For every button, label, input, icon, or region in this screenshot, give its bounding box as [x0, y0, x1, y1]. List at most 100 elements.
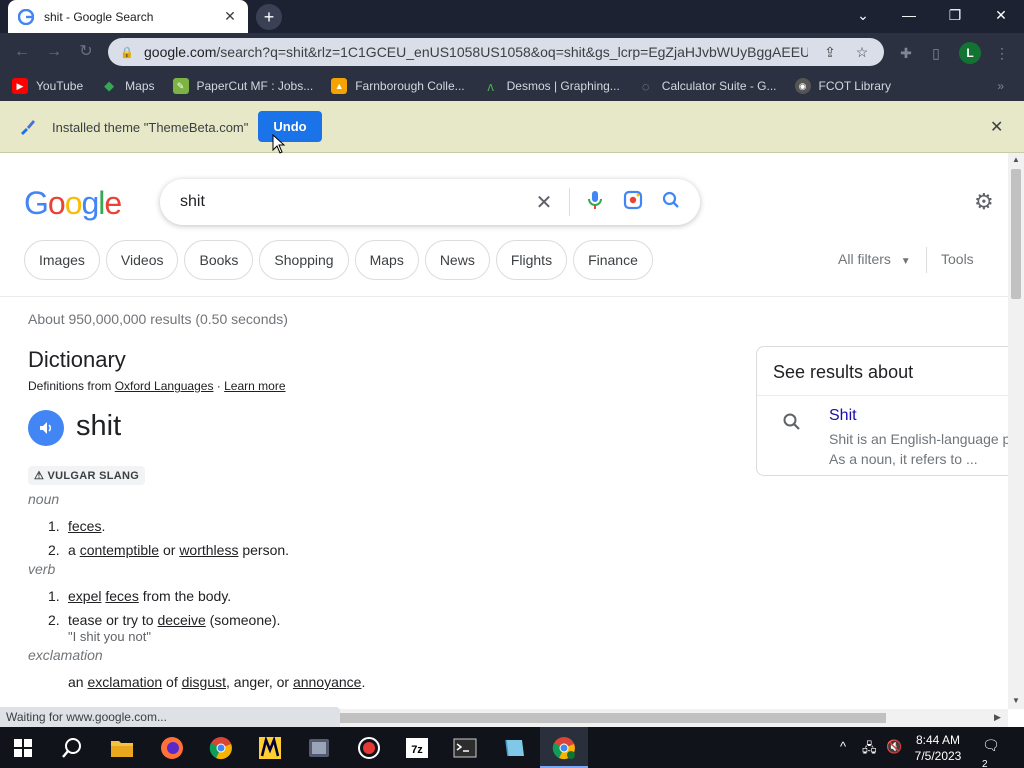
bookmark-star-icon[interactable]: ☆	[852, 44, 872, 61]
new-tab-button[interactable]: +	[256, 4, 282, 30]
pronunciation-speaker-icon[interactable]	[28, 410, 64, 446]
back-icon[interactable]: ←	[12, 42, 32, 62]
learn-more-link[interactable]: Learn more	[224, 379, 285, 393]
close-window-icon[interactable]: ✕	[978, 0, 1024, 30]
horizontal-scroll-thumb[interactable]	[336, 713, 886, 723]
share-icon[interactable]: ⇪	[820, 44, 840, 61]
network-icon[interactable]: 🖧	[862, 739, 877, 761]
scroll-right-arrow-icon[interactable]: ▶	[994, 712, 1001, 723]
tab-close-icon[interactable]: ✕	[222, 8, 238, 25]
definition-link-deceive[interactable]: deceive	[157, 612, 205, 628]
infobar-close-icon[interactable]: ✕	[990, 117, 1003, 137]
chip-books[interactable]: Books	[184, 240, 254, 280]
url-text[interactable]: google.com/search?q=shit&rlz=1C1GCEU_enU…	[144, 44, 808, 60]
forward-icon[interactable]: →	[44, 42, 64, 62]
chip-shopping[interactable]: Shopping	[259, 240, 349, 280]
undo-button[interactable]: Undo	[258, 111, 322, 142]
google-logo[interactable]: Google	[24, 185, 122, 222]
tools-divider	[926, 247, 927, 273]
miro-icon[interactable]	[255, 733, 285, 763]
settings-gear-icon[interactable]: ⚙	[974, 189, 994, 215]
bookmark-farnborough[interactable]: ▲ Farnborough Colle...	[331, 78, 465, 94]
side-panel-icon[interactable]: ▯	[926, 43, 946, 63]
vulgar-slang-badge: ⚠ VULGAR SLANG	[28, 466, 146, 485]
all-filters-button[interactable]: All filters ▼	[838, 251, 911, 267]
lens-search-icon[interactable]	[614, 190, 652, 215]
related-topic-link[interactable]: Shit	[829, 407, 857, 425]
definition-link-contemptible[interactable]: contemptible	[80, 542, 159, 558]
bookmark-calculator-suite[interactable]: ◌ Calculator Suite - G...	[638, 78, 777, 94]
volume-muted-icon[interactable]: 🔇	[886, 739, 902, 755]
definition-link-worthless[interactable]: worthless	[179, 542, 238, 558]
logo-letter: o	[47, 185, 66, 221]
terminal-icon[interactable]	[450, 733, 480, 763]
oxford-languages-link[interactable]: Oxford Languages	[115, 379, 214, 393]
url-path: /search?q=shit&rlz=1C1GCEU_enUS1058US105…	[216, 44, 808, 60]
logo-letter: G	[24, 185, 49, 221]
file-explorer-icon[interactable]	[107, 733, 137, 763]
chip-flights[interactable]: Flights	[495, 240, 568, 280]
tools-button[interactable]: Tools	[941, 251, 974, 267]
definition-text: of	[162, 674, 182, 690]
definition-text: or	[159, 542, 180, 558]
show-hidden-icons-icon[interactable]: ^	[840, 739, 846, 754]
search-submit-icon[interactable]	[652, 191, 690, 214]
bookmark-youtube[interactable]: ▶ YouTube	[12, 78, 83, 94]
reload-icon[interactable]: ↻	[76, 42, 96, 62]
definition-text: tease or try to	[68, 612, 158, 628]
record-icon[interactable]	[354, 733, 384, 763]
bookmark-label: Farnborough Colle...	[355, 79, 465, 93]
chrome-icon[interactable]	[206, 733, 236, 763]
lock-icon[interactable]: 🔒	[120, 46, 134, 59]
bookmark-desmos[interactable]: ʌ Desmos | Graphing...	[483, 78, 619, 94]
search-icon[interactable]	[57, 733, 87, 763]
all-filters-label: All filters	[838, 251, 891, 267]
bookmarks-overflow-icon[interactable]: »	[997, 79, 1004, 93]
7zip-icon[interactable]: 7z	[402, 733, 432, 763]
scroll-down-arrow-icon[interactable]: ▼	[1012, 696, 1020, 705]
definition-link-annoyance[interactable]: annoyance	[293, 674, 362, 690]
start-icon[interactable]	[8, 733, 38, 763]
system-clock[interactable]: 8:44 AM 7/5/2023	[910, 732, 966, 764]
search-box[interactable]: shit ✕	[160, 179, 700, 225]
chip-images[interactable]: Images	[24, 240, 100, 280]
vertical-scrollbar[interactable]: ▲ ▼	[1008, 153, 1024, 709]
vulgar-slang-label: VULGAR SLANG	[47, 470, 140, 482]
clear-search-icon[interactable]: ✕	[525, 190, 563, 215]
browser-tab-active[interactable]: shit - Google Search ✕	[8, 0, 248, 33]
bookmark-fcot-library[interactable]: ◉ FCOT Library	[794, 78, 891, 94]
bookmarks-bar: ▶ YouTube ◆ Maps ✎ PaperCut MF : Jobs... ▲ F…	[0, 71, 1024, 101]
voice-search-icon[interactable]	[576, 190, 614, 215]
chip-videos[interactable]: Videos	[105, 240, 179, 280]
vertical-scroll-thumb[interactable]	[1011, 169, 1021, 299]
youtube-icon: ▶	[12, 78, 28, 94]
menu-icon[interactable]: ⋮	[992, 43, 1012, 63]
minimize-icon[interactable]: —	[886, 0, 932, 30]
definition-number: 1.	[48, 588, 60, 604]
definition-link-feces[interactable]: feces	[105, 588, 138, 604]
extensions-icon[interactable]: ✚	[896, 43, 916, 63]
video-editor-icon[interactable]	[304, 733, 334, 763]
notification-center-icon[interactable]: 🗨2	[982, 737, 1004, 768]
definition-link-exclamation[interactable]: exclamation	[87, 674, 162, 690]
definition-link-expel[interactable]: expel	[68, 588, 101, 604]
firefox-icon[interactable]	[157, 733, 187, 763]
tab-search-icon[interactable]: ⌄	[840, 0, 886, 30]
search-input[interactable]: shit	[180, 193, 525, 211]
part-of-speech-verb: verb	[28, 561, 56, 577]
chip-news[interactable]: News	[424, 240, 490, 280]
bookmark-maps[interactable]: ◆ Maps	[101, 78, 154, 94]
address-bar[interactable]: 🔒 google.com/search?q=shit&rlz=1C1GCEU_e…	[108, 38, 884, 66]
definition-link-feces[interactable]: feces	[68, 518, 101, 534]
chrome-profile-icon[interactable]	[549, 733, 579, 763]
college-icon: ▲	[331, 78, 348, 94]
chip-finance[interactable]: Finance	[573, 240, 653, 280]
restore-icon[interactable]: ❐	[932, 0, 978, 30]
scroll-up-arrow-icon[interactable]: ▲	[1012, 155, 1020, 164]
source-separator: ·	[213, 379, 225, 393]
definition-link-disgust[interactable]: disgust	[182, 674, 226, 690]
profile-avatar[interactable]: L	[959, 42, 981, 64]
notes-icon[interactable]	[499, 733, 529, 763]
bookmark-papercut[interactable]: ✎ PaperCut MF : Jobs...	[172, 78, 313, 94]
chip-maps[interactable]: Maps	[354, 240, 419, 280]
